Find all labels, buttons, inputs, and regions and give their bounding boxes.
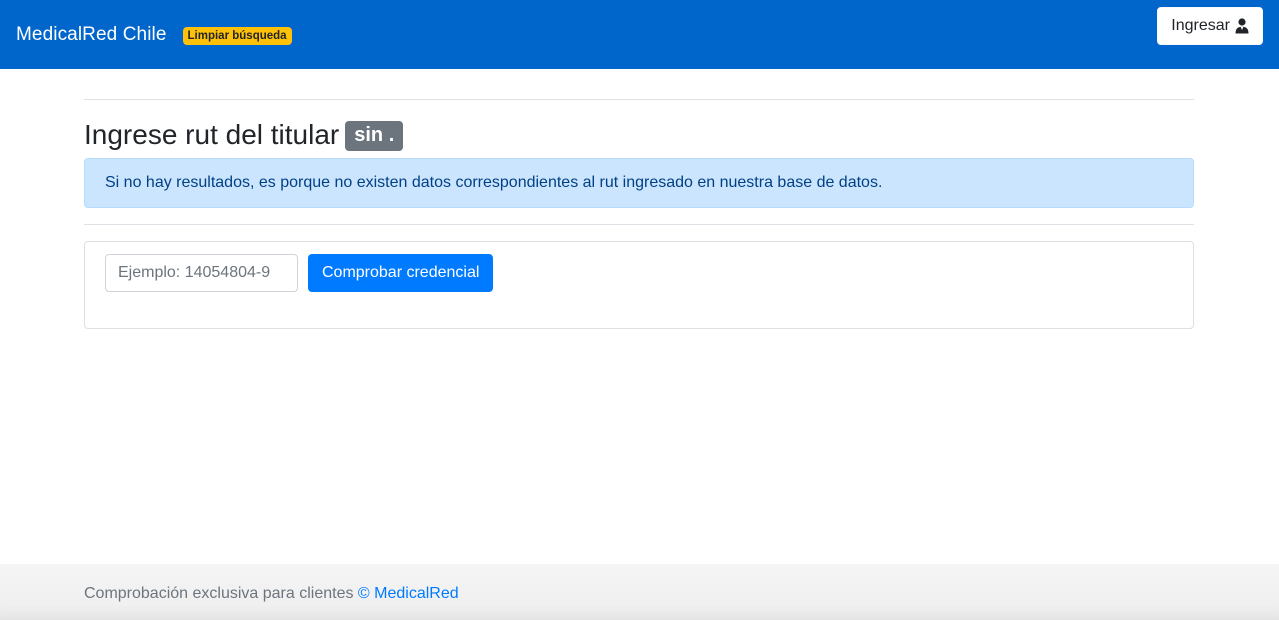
footer-medicalred-link[interactable]: © MedicalRed xyxy=(358,585,459,602)
login-button[interactable]: Ingresar xyxy=(1157,7,1263,45)
rut-input[interactable] xyxy=(105,254,298,292)
login-label: Ingresar xyxy=(1171,17,1230,34)
info-alert: Si no hay resultados, es porque no exist… xyxy=(84,158,1194,208)
user-icon xyxy=(1235,18,1249,34)
main-container: Ingrese rut del titular sin . Si no hay … xyxy=(84,99,1194,329)
search-card: Comprobar credencial xyxy=(84,241,1194,329)
footer: Comprobación exclusiva para clientes © M… xyxy=(0,564,1279,620)
page-title: Ingrese rut del titular xyxy=(84,119,340,150)
footer-text: Comprobación exclusiva para clientes © M… xyxy=(84,585,459,603)
top-divider xyxy=(84,99,1194,100)
alert-text: Si no hay resultados, es porque no exist… xyxy=(105,174,883,191)
footer-caption: Comprobación exclusiva para clientes xyxy=(84,585,354,602)
middle-divider xyxy=(84,224,1194,225)
clear-search-badge[interactable]: Limpiar búsqueda xyxy=(182,26,292,45)
rut-format-badge: sin . xyxy=(345,121,404,151)
heading-row: Ingrese rut del titular sin . xyxy=(84,119,1194,151)
top-navbar: MedicalRed Chile Limpiar búsqueda Ingres… xyxy=(0,0,1279,69)
check-credential-button[interactable]: Comprobar credencial xyxy=(308,254,494,292)
brand-link[interactable]: MedicalRed Chile xyxy=(16,24,167,46)
